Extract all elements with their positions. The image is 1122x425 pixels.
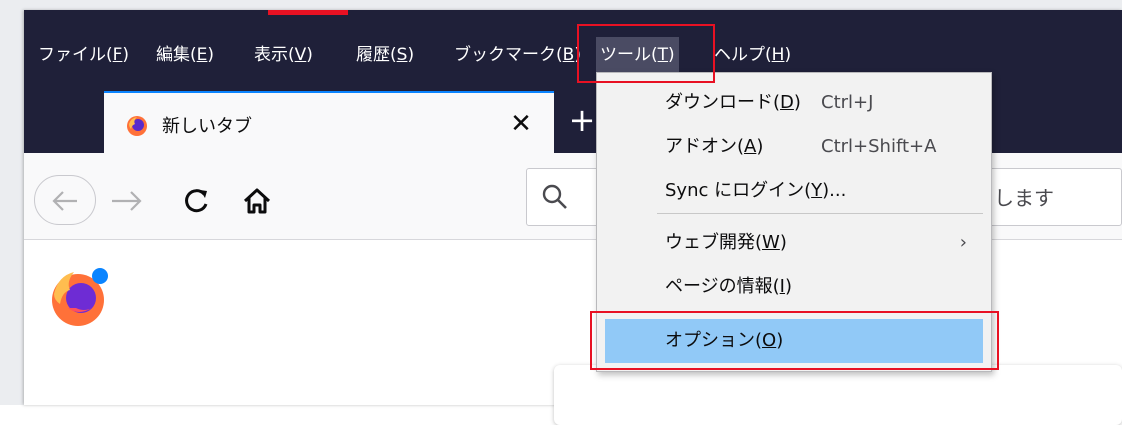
menu-edit[interactable]: 編集(E) xyxy=(152,37,218,73)
menu-item-sync-login[interactable]: Sync にログイン(Y)... xyxy=(605,169,983,213)
menu-item-label: ウェブ開発(W) xyxy=(665,221,787,265)
menu-history[interactable]: 履歴(S) xyxy=(352,37,418,73)
menu-history-accesskey: S xyxy=(396,45,408,65)
firefox-logo-icon xyxy=(127,116,147,136)
content-card xyxy=(554,365,1122,425)
tab-title: 新しいタブ xyxy=(162,116,252,137)
close-icon[interactable]: ✕ xyxy=(504,107,538,141)
menu-view-label: 表示( xyxy=(254,45,295,65)
back-arrow-icon xyxy=(52,191,77,211)
menu-help[interactable]: ヘルプ(H) xyxy=(710,37,795,73)
menu-item-shortcut: Ctrl+Shift+A xyxy=(821,136,937,157)
menu-item-pageinfo-text: ページの情報( xyxy=(665,276,780,297)
menu-item-label: アドオン(A) xyxy=(665,125,763,169)
menu-file-paren: ) xyxy=(122,45,130,65)
menu-item-downloads-accesskey: D xyxy=(780,92,794,113)
menu-file-accesskey: F xyxy=(112,45,123,65)
home-icon[interactable] xyxy=(236,180,278,222)
menu-item-addons-paren: ) xyxy=(756,136,764,157)
menu-item-webdev-accesskey: W xyxy=(762,232,780,253)
menu-bookmarks[interactable]: ブックマーク(B) xyxy=(450,37,585,73)
menu-bookmarks-label: ブックマーク( xyxy=(454,45,563,65)
back-button[interactable] xyxy=(34,175,96,225)
menu-view-accesskey: V xyxy=(294,45,307,65)
menu-item-webdev-text: ウェブ開発( xyxy=(665,232,763,253)
menu-bookmarks-accesskey: B xyxy=(562,45,575,65)
menu-item-page-info[interactable]: ページの情報(I) xyxy=(605,265,983,309)
menu-history-paren: ) xyxy=(407,45,415,65)
menu-file[interactable]: ファイル(F) xyxy=(34,37,133,73)
menu-item-pageinfo-paren: ) xyxy=(784,276,793,297)
tab-new-tab[interactable]: 新しいタブ ✕ xyxy=(104,91,554,159)
menu-item-sync-paren: )... xyxy=(822,180,847,201)
menu-history-label: 履歴( xyxy=(356,45,397,65)
annotation-box-tools xyxy=(577,24,715,83)
menu-item-webdev-paren: ) xyxy=(779,232,787,253)
menu-item-sync-accesskey: Y xyxy=(811,180,823,201)
menu-item-web-developer[interactable]: ウェブ開発(W) › xyxy=(605,221,983,265)
menu-edit-accesskey: E xyxy=(196,45,208,65)
menu-help-label: ヘルプ( xyxy=(714,45,772,65)
url-bar-placeholder: します xyxy=(994,186,1054,210)
menu-view-paren: ) xyxy=(306,45,313,65)
menu-view[interactable]: 表示(V) xyxy=(250,37,317,73)
menu-edit-label: 編集( xyxy=(156,45,197,65)
chevron-right-icon: › xyxy=(959,232,967,253)
search-icon xyxy=(542,184,567,209)
annotation-box-options xyxy=(590,311,999,370)
menu-item-downloads-paren: ) xyxy=(793,92,801,113)
menu-item-label: ダウンロード(D) xyxy=(665,81,801,125)
menu-file-label: ファイル( xyxy=(38,45,113,65)
menu-help-paren: ) xyxy=(784,45,792,65)
menu-item-shortcut: Ctrl+J xyxy=(821,92,874,113)
menu-item-sync-text: Sync にログイン( xyxy=(665,180,812,201)
menu-item-downloads[interactable]: ダウンロード(D) Ctrl+J xyxy=(605,81,983,125)
menu-bar: ファイル(F) 編集(E) 表示(V) 履歴(S) ブックマーク(B) ツール(… xyxy=(24,37,1122,73)
reload-icon[interactable] xyxy=(176,180,218,222)
menu-item-downloads-text: ダウンロード( xyxy=(665,92,781,113)
menu-item-label: Sync にログイン(Y)... xyxy=(665,169,846,213)
forward-arrow-icon[interactable] xyxy=(106,180,148,222)
menu-item-addons-accesskey: A xyxy=(744,136,757,157)
firefox-logo-icon xyxy=(52,268,108,326)
menu-help-accesskey: H xyxy=(771,45,785,65)
taskbar-accent xyxy=(268,10,348,15)
menu-item-label: ページの情報(I) xyxy=(665,265,792,309)
menu-edit-paren: ) xyxy=(207,45,215,65)
menu-item-addons[interactable]: アドオン(A) Ctrl+Shift+A xyxy=(605,125,983,169)
menu-separator xyxy=(657,213,983,214)
menu-item-addons-text: アドオン( xyxy=(665,136,745,157)
